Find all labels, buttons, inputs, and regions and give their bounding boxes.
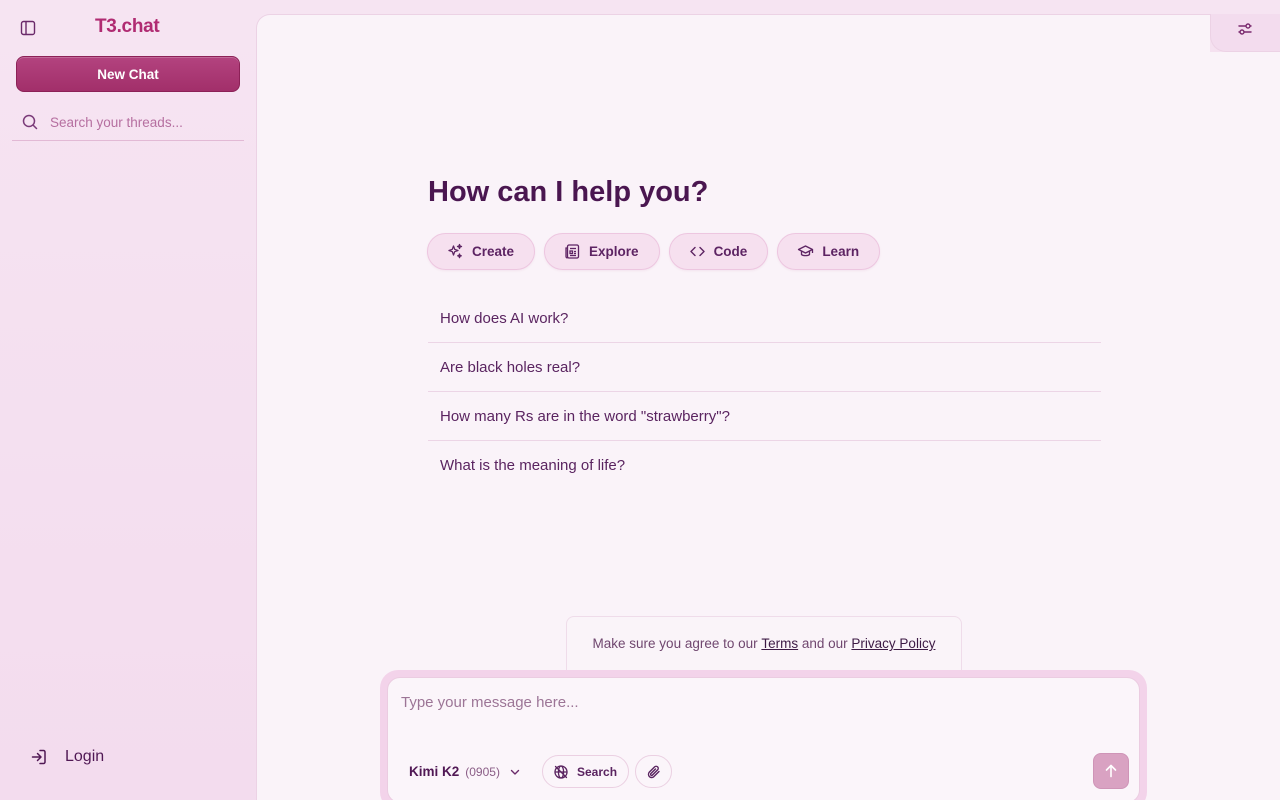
composer: Kimi K2 (0905) Search [387, 677, 1140, 800]
chevron-down-icon [510, 769, 520, 775]
sidebar-icon [20, 20, 36, 36]
model-name: Kimi K2 [409, 764, 460, 779]
create-button[interactable]: Create [427, 233, 536, 270]
suggestion-item[interactable]: Are black holes real? [428, 343, 1101, 392]
login-icon [31, 749, 46, 765]
sliders-icon [1238, 23, 1252, 35]
code-label: Code [713, 244, 748, 259]
terms-link[interactable]: Terms [761, 636, 798, 651]
notice-prefix: Make sure you agree to our [592, 636, 762, 651]
search-label: Search [577, 764, 618, 779]
suggestion-item[interactable]: How many Rs are in the word "strawberry"… [428, 392, 1101, 441]
graduation-cap-icon [798, 245, 814, 257]
attach-button[interactable] [635, 755, 672, 788]
login-button[interactable]: Login [30, 744, 104, 770]
suggestion-item[interactable]: How does AI work? [428, 294, 1101, 343]
paperclip-icon [647, 765, 660, 778]
sidebar-toggle-button[interactable] [14, 14, 42, 42]
suggestion-item[interactable]: What is the meaning of life? [428, 441, 1101, 490]
settings-button[interactable] [1232, 16, 1258, 42]
category-buttons: Create Explore Code Learn [427, 233, 881, 270]
login-label: Login [65, 748, 105, 765]
sparkles-icon [448, 243, 463, 259]
search-icon [22, 114, 38, 130]
thread-search [12, 104, 244, 141]
model-selector[interactable]: Kimi K2 (0905) [409, 764, 521, 779]
sidebar: T3.chat New Chat Login [0, 0, 256, 800]
thread-search-input[interactable] [50, 114, 240, 130]
privacy-policy-link[interactable]: Privacy Policy [851, 636, 935, 651]
explore-label: Explore [589, 244, 639, 259]
terms-notice: Make sure you agree to our Terms and our… [566, 616, 962, 670]
model-version: (0905) [465, 764, 500, 779]
send-button[interactable] [1093, 753, 1129, 789]
newspaper-icon [565, 244, 580, 259]
code-icon [689, 246, 705, 257]
create-label: Create [472, 244, 515, 259]
explore-button[interactable]: Explore [544, 233, 660, 270]
notice-middle: and our [798, 636, 852, 651]
suggestion-list: How does AI work? Are black holes real? … [428, 294, 1101, 490]
learn-label: Learn [822, 244, 860, 259]
globe-off-icon [554, 764, 568, 779]
code-button[interactable]: Code [668, 233, 769, 270]
page-title: How can I help you? [428, 176, 709, 208]
web-search-toggle[interactable]: Search [542, 755, 630, 788]
learn-button[interactable]: Learn [777, 233, 881, 270]
arrow-up-icon [1105, 764, 1117, 778]
message-input[interactable] [401, 694, 1101, 711]
app-logo[interactable]: T3.chat [95, 16, 160, 38]
composer-frame: Kimi K2 (0905) Search [380, 670, 1147, 800]
new-chat-button[interactable]: New Chat [16, 56, 240, 92]
